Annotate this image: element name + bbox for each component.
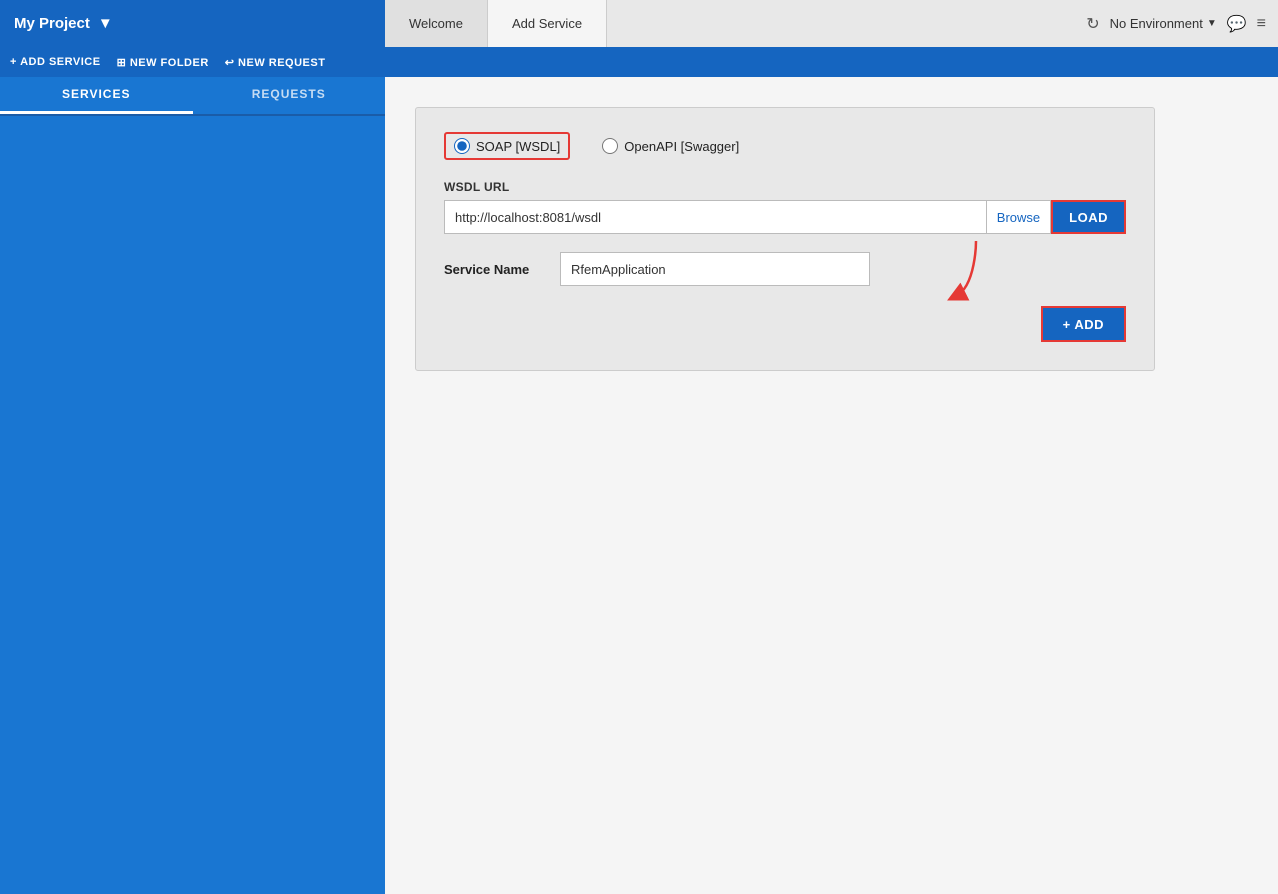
sidebar: SERVICES REQUESTS — [0, 77, 385, 894]
top-right-controls: ↻ No Environment ▼ 💬 ≡ — [1074, 0, 1278, 47]
wsdl-url-input[interactable] — [444, 200, 987, 234]
browse-link[interactable]: Browse — [987, 200, 1051, 234]
main-layout: SERVICES REQUESTS SOAP [WSDL] OpenAPI [S… — [0, 77, 1278, 894]
tab-welcome[interactable]: Welcome — [385, 0, 488, 47]
service-type-radio-group: SOAP [WSDL] OpenAPI [Swagger] — [444, 132, 1126, 160]
add-button-row: + ADD — [444, 306, 1126, 342]
sidebar-tabs: SERVICES REQUESTS — [0, 77, 385, 116]
tab-add-service[interactable]: Add Service — [488, 0, 607, 47]
content-area: SOAP [WSDL] OpenAPI [Swagger] WSDL URL B… — [385, 77, 1278, 894]
new-folder-button[interactable]: ⊞ NEW FOLDER — [117, 56, 209, 69]
sidebar-tab-services[interactable]: SERVICES — [0, 77, 193, 114]
soap-label: SOAP [WSDL] — [476, 139, 560, 154]
soap-radio-input[interactable] — [454, 138, 470, 154]
openapi-radio-input[interactable] — [602, 138, 618, 154]
sidebar-tab-requests[interactable]: REQUESTS — [193, 77, 386, 114]
wsdl-url-label: WSDL URL — [444, 180, 1126, 194]
add-service-button[interactable]: + ADD SERVICE — [10, 56, 101, 68]
hamburger-menu-icon[interactable]: ≡ — [1257, 15, 1266, 33]
openapi-label: OpenAPI [Swagger] — [624, 139, 739, 154]
service-name-row: Service Name — [444, 252, 1126, 286]
url-row: Browse LOAD — [444, 200, 1126, 234]
service-name-input[interactable] — [560, 252, 870, 286]
tabs-area: Welcome Add Service ↻ No Environment ▼ 💬… — [385, 0, 1278, 47]
env-caret-icon: ▼ — [1207, 18, 1217, 29]
project-title-area: My Project ▼ — [0, 0, 385, 47]
add-button[interactable]: + ADD — [1041, 306, 1126, 342]
load-button[interactable]: LOAD — [1051, 200, 1126, 234]
environment-selector[interactable]: No Environment ▼ — [1110, 16, 1217, 31]
top-bar: My Project ▼ Welcome Add Service ↻ No En… — [0, 0, 1278, 47]
project-name: My Project — [14, 15, 90, 32]
new-request-button[interactable]: ↩ NEW REQUEST — [225, 56, 326, 69]
refresh-icon[interactable]: ↻ — [1086, 14, 1099, 34]
soap-wsdl-option[interactable]: SOAP [WSDL] — [444, 132, 570, 160]
add-service-form: SOAP [WSDL] OpenAPI [Swagger] WSDL URL B… — [415, 107, 1155, 371]
openapi-option[interactable]: OpenAPI [Swagger] — [594, 132, 747, 160]
sub-bar: + ADD SERVICE ⊞ NEW FOLDER ↩ NEW REQUEST — [0, 47, 1278, 77]
service-name-label: Service Name — [444, 262, 544, 277]
message-icon[interactable]: 💬 — [1227, 14, 1247, 34]
project-chevron[interactable]: ▼ — [98, 15, 113, 32]
